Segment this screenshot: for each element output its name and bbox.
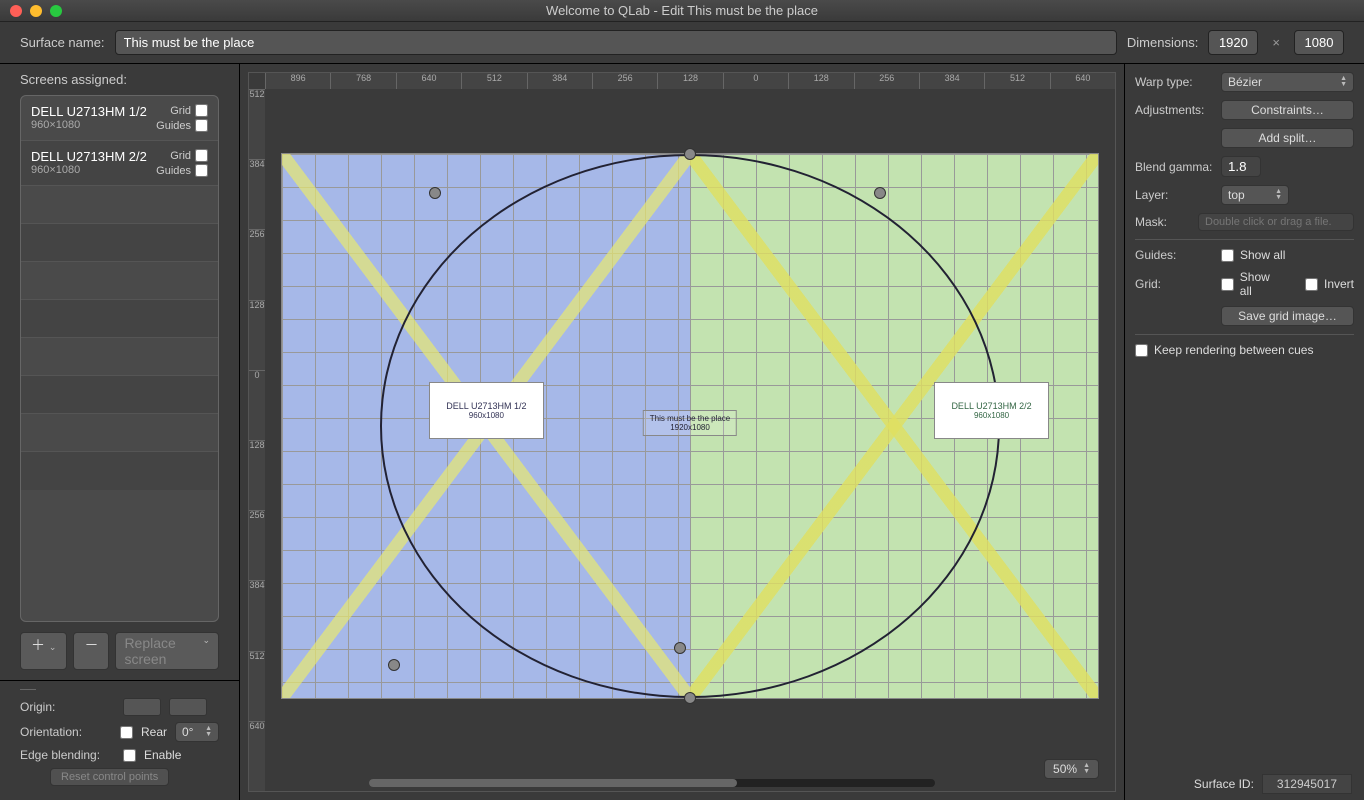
- grid-checkbox[interactable]: [195, 104, 208, 117]
- layer-label: Layer:: [1135, 188, 1215, 202]
- grid-toggle-label: Grid: [170, 150, 191, 162]
- layer-select[interactable]: top▲▼: [1221, 185, 1289, 205]
- guides-checkbox[interactable]: [195, 119, 208, 132]
- invert-checkbox[interactable]: [1305, 278, 1318, 291]
- ruler-horizontal: 8967686405123842561280128256384512640: [265, 73, 1115, 89]
- origin-y-input[interactable]: [169, 698, 207, 716]
- angle-select[interactable]: 0°▲▼: [175, 722, 219, 742]
- zoom-control[interactable]: 50%▲▼: [1044, 759, 1099, 779]
- surface-name-label: Surface name:: [20, 35, 105, 50]
- horizontal-scrollbar[interactable]: [369, 779, 935, 787]
- chevron-down-icon: ⌄: [202, 635, 210, 667]
- guides-showall-checkbox[interactable]: [1221, 249, 1234, 262]
- monitor-label: DELL U2713HM 1/2960x1080: [429, 382, 544, 439]
- screen-row-empty: [21, 224, 218, 262]
- guides-checkbox[interactable]: [195, 164, 208, 177]
- screen-name: DELL U2713HM 2/2: [31, 149, 147, 164]
- surface-id-value: 312945017: [1262, 774, 1352, 794]
- rear-checkbox[interactable]: [120, 726, 133, 739]
- origin-x-input[interactable]: [123, 698, 161, 716]
- screen-row-empty: [21, 452, 218, 490]
- width-input[interactable]: [1208, 30, 1258, 55]
- constraints-button[interactable]: Constraints…: [1221, 100, 1354, 120]
- add-screen-button[interactable]: ＋ ⌄: [20, 632, 67, 670]
- replace-screen-select[interactable]: Replace screen⌄: [115, 632, 219, 670]
- screen-res: 960×1080: [31, 164, 147, 176]
- screen-list: DELL U2713HM 1/2 960×1080 Grid Guides DE…: [20, 95, 219, 622]
- orientation-label: Orientation:: [20, 725, 112, 739]
- edge-blending-label: Edge blending:: [20, 748, 115, 762]
- ruler-vertical: 5123842561280128256384512640: [249, 89, 265, 791]
- screen-row-empty: [21, 262, 218, 300]
- surface-id-label: Surface ID:: [1194, 777, 1254, 791]
- grid-showall-checkbox[interactable]: [1221, 278, 1234, 291]
- dimensions-label: Dimensions:: [1127, 35, 1199, 50]
- reset-control-points-button[interactable]: Reset control points: [50, 768, 169, 786]
- screens-assigned-label: Screens assigned:: [0, 64, 239, 95]
- surface-label: This must be the place1920x1080: [643, 410, 737, 436]
- keep-rendering-label: Keep rendering between cues: [1154, 343, 1313, 357]
- screen-row[interactable]: DELL U2713HM 2/2 960×1080 Grid Guides: [21, 141, 218, 186]
- mask-label: Mask:: [1135, 215, 1192, 229]
- invert-label: Invert: [1324, 277, 1354, 291]
- warp-type-label: Warp type:: [1135, 75, 1215, 89]
- warp-type-select[interactable]: Bézier▲▼: [1221, 72, 1354, 92]
- grid-checkbox[interactable]: [195, 149, 208, 162]
- blend-gamma-label: Blend gamma:: [1135, 160, 1215, 174]
- adjustments-label: Adjustments:: [1135, 103, 1215, 117]
- screen-name: DELL U2713HM 1/2: [31, 104, 147, 119]
- surface-canvas[interactable]: 8967686405123842561280128256384512640 51…: [248, 72, 1116, 792]
- times-icon: ×: [1268, 35, 1284, 50]
- mask-input[interactable]: [1198, 213, 1354, 231]
- window-title: Welcome to QLab - Edit This must be the …: [0, 3, 1364, 18]
- grid-toggle-label: Grid: [170, 105, 191, 117]
- screen-row-empty: [21, 414, 218, 452]
- enable-label: Enable: [144, 748, 181, 762]
- chevron-down-icon: ⌄: [49, 642, 57, 652]
- monitor-label: DELL U2713HM 2/2960x1080: [934, 382, 1049, 439]
- enable-checkbox[interactable]: [123, 749, 136, 762]
- surface-name-input[interactable]: [115, 30, 1117, 55]
- window-titlebar: Welcome to QLab - Edit This must be the …: [0, 0, 1364, 22]
- keep-rendering-checkbox[interactable]: [1135, 344, 1148, 357]
- screen-res: 960×1080: [31, 119, 147, 131]
- add-split-button[interactable]: Add split…: [1221, 128, 1354, 148]
- screen-row[interactable]: DELL U2713HM 1/2 960×1080 Grid Guides: [21, 96, 218, 141]
- show-all-label: Show all: [1240, 270, 1285, 298]
- control-handle[interactable]: [388, 659, 400, 671]
- divider: [20, 689, 36, 690]
- guides-toggle-label: Guides: [156, 120, 191, 132]
- remove-screen-button[interactable]: －: [73, 632, 109, 670]
- height-input[interactable]: [1294, 30, 1344, 55]
- blend-gamma-input[interactable]: [1221, 156, 1261, 177]
- rear-label: Rear: [141, 725, 167, 739]
- screen-row-empty: [21, 338, 218, 376]
- save-grid-image-button[interactable]: Save grid image…: [1221, 306, 1354, 326]
- screen-row-empty: [21, 376, 218, 414]
- screen-row-empty: [21, 300, 218, 338]
- control-handle[interactable]: [684, 148, 696, 160]
- grid-section-label: Grid:: [1135, 277, 1215, 291]
- guides-toggle-label: Guides: [156, 165, 191, 177]
- origin-label: Origin:: [20, 700, 115, 714]
- guides-section-label: Guides:: [1135, 248, 1215, 262]
- control-handle[interactable]: [429, 187, 441, 199]
- control-handle[interactable]: [874, 187, 886, 199]
- show-all-label: Show all: [1240, 248, 1285, 262]
- screen-row-empty: [21, 186, 218, 224]
- control-handle[interactable]: [684, 692, 696, 704]
- stepper-icon[interactable]: ▲▼: [1083, 763, 1090, 775]
